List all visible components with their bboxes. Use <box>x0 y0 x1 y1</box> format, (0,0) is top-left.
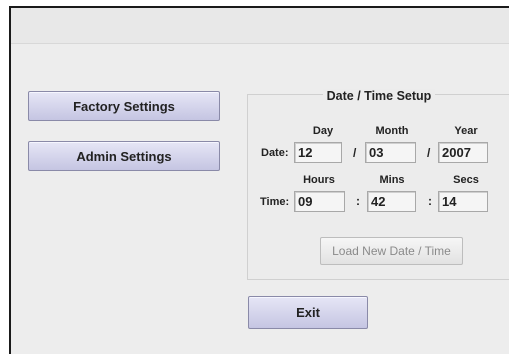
load-new-date-time-button[interactable]: Load New Date / Time <box>320 237 463 265</box>
panel-title: Date / Time Setup <box>322 89 436 103</box>
month-header: Month <box>375 125 409 137</box>
time-separator-1: : <box>356 194 360 208</box>
hours-header: Hours <box>303 174 335 186</box>
day-field[interactable]: 12 <box>294 142 342 163</box>
secs-header: Secs <box>453 174 479 186</box>
panel-title-wrap: Date / Time Setup <box>248 89 509 103</box>
day-header: Day <box>312 125 334 137</box>
time-row-label: Time: <box>260 196 290 208</box>
mins-field[interactable]: 42 <box>367 191 416 212</box>
hours-field[interactable]: 09 <box>294 191 345 212</box>
date-row-label: Date: <box>261 147 289 159</box>
exit-button[interactable]: Exit <box>248 296 368 329</box>
admin-settings-button[interactable]: Admin Settings <box>28 141 220 171</box>
mins-header: Mins <box>379 174 405 186</box>
settings-window: Factory Settings Admin Settings Date / T… <box>9 6 509 354</box>
date-separator-1: / <box>353 146 357 160</box>
secs-field[interactable]: 14 <box>438 191 488 212</box>
year-field[interactable]: 2007 <box>438 142 488 163</box>
time-separator-2: : <box>428 194 432 208</box>
date-separator-2: / <box>427 146 431 160</box>
month-field[interactable]: 03 <box>365 142 416 163</box>
title-bar <box>11 8 509 44</box>
factory-settings-button[interactable]: Factory Settings <box>28 91 220 121</box>
year-header: Year <box>454 125 478 137</box>
